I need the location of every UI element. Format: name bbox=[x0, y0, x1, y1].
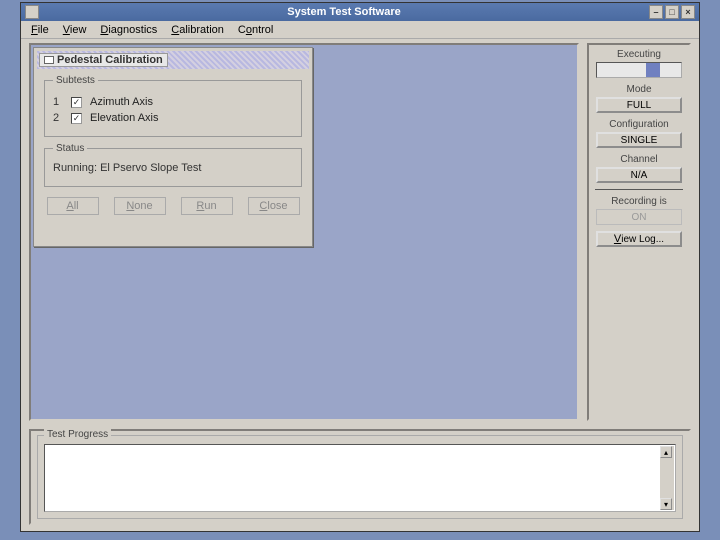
menu-control[interactable]: Control bbox=[232, 23, 279, 37]
subtest-1-checkbox[interactable]: ✓ bbox=[71, 97, 82, 108]
side-panel: Executing Mode FULL Configuration SINGLE… bbox=[587, 43, 691, 421]
menu-file[interactable]: File bbox=[25, 23, 55, 37]
pedestal-calibration-dialog: Pedestal Calibration Subtests 1 ✓ Azimut… bbox=[33, 47, 313, 247]
executing-label: Executing bbox=[593, 49, 685, 60]
test-progress-fieldset: Test Progress ▴ ▾ bbox=[37, 435, 683, 519]
menu-view[interactable]: View bbox=[57, 23, 93, 37]
dialog-button-row: All None Run Close bbox=[34, 193, 312, 221]
mode-value-button[interactable]: FULL bbox=[596, 97, 682, 113]
recording-value-button: ON bbox=[596, 209, 682, 225]
all-button[interactable]: All bbox=[47, 197, 99, 215]
test-progress-textarea[interactable]: ▴ ▾ bbox=[44, 444, 676, 512]
progress-fill bbox=[646, 63, 660, 77]
executing-group: Executing bbox=[593, 49, 685, 78]
minimize-button[interactable]: – bbox=[649, 5, 663, 19]
menu-calibration[interactable]: Calibration bbox=[165, 23, 230, 37]
close-button[interactable]: × bbox=[681, 5, 695, 19]
subtest-2-label: Elevation Axis bbox=[90, 112, 158, 124]
bottom-panel: Test Progress ▴ ▾ bbox=[29, 429, 691, 525]
menubar: File View Diagnostics Calibration Contro… bbox=[21, 21, 699, 39]
dialog-title: Pedestal Calibration bbox=[57, 54, 163, 66]
subtest-1-label: Azimuth Axis bbox=[90, 96, 153, 108]
channel-value-button[interactable]: N/A bbox=[596, 167, 682, 183]
config-group: Configuration SINGLE bbox=[593, 119, 685, 148]
app-icon bbox=[25, 5, 39, 19]
scroll-up-button[interactable]: ▴ bbox=[660, 446, 672, 458]
subtest-row-1: 1 ✓ Azimuth Axis bbox=[53, 96, 293, 108]
scroll-down-button[interactable]: ▾ bbox=[660, 498, 672, 510]
main-content-area: Pedestal Calibration Subtests 1 ✓ Azimut… bbox=[29, 43, 579, 421]
recording-label: Recording is bbox=[593, 196, 685, 207]
none-button[interactable]: None bbox=[114, 197, 166, 215]
recording-group: Recording is ON bbox=[593, 196, 685, 225]
titlebar: System Test Software – □ × bbox=[21, 3, 699, 21]
subtests-fieldset: Subtests 1 ✓ Azimuth Axis 2 ✓ Elevation … bbox=[44, 75, 302, 137]
close-dialog-button[interactable]: Close bbox=[248, 197, 300, 215]
mode-group: Mode FULL bbox=[593, 84, 685, 113]
config-label: Configuration bbox=[593, 119, 685, 130]
status-fieldset: Status Running: El Pservo Slope Test bbox=[44, 143, 302, 187]
subtests-legend: Subtests bbox=[53, 75, 98, 86]
scrollbar-vertical: ▴ ▾ bbox=[660, 446, 674, 510]
mode-label: Mode bbox=[593, 84, 685, 95]
maximize-button[interactable]: □ bbox=[665, 5, 679, 19]
run-button[interactable]: Run bbox=[181, 197, 233, 215]
window-buttons: – □ × bbox=[649, 5, 695, 19]
subtest-2-checkbox[interactable]: ✓ bbox=[71, 113, 82, 124]
channel-group: Channel N/A bbox=[593, 154, 685, 183]
viewlog-group: View Log... bbox=[593, 231, 685, 247]
config-value-button[interactable]: SINGLE bbox=[596, 132, 682, 148]
dialog-titlebar[interactable]: Pedestal Calibration bbox=[37, 51, 309, 69]
status-text: Running: El Pservo Slope Test bbox=[53, 162, 293, 174]
menu-diagnostics[interactable]: Diagnostics bbox=[94, 23, 163, 37]
side-separator bbox=[595, 189, 683, 190]
test-progress-legend: Test Progress bbox=[44, 429, 111, 440]
main-window: System Test Software – □ × File View Dia… bbox=[20, 2, 700, 532]
status-legend: Status bbox=[53, 143, 87, 154]
subtest-row-2: 2 ✓ Elevation Axis bbox=[53, 112, 293, 124]
executing-progress bbox=[596, 62, 682, 78]
dialog-title-badge: Pedestal Calibration bbox=[39, 53, 168, 67]
window-icon bbox=[44, 56, 54, 64]
subtest-2-number: 2 bbox=[53, 112, 63, 124]
view-log-button[interactable]: View Log... bbox=[596, 231, 682, 247]
channel-label: Channel bbox=[593, 154, 685, 165]
window-title: System Test Software bbox=[39, 6, 649, 18]
subtest-1-number: 1 bbox=[53, 96, 63, 108]
